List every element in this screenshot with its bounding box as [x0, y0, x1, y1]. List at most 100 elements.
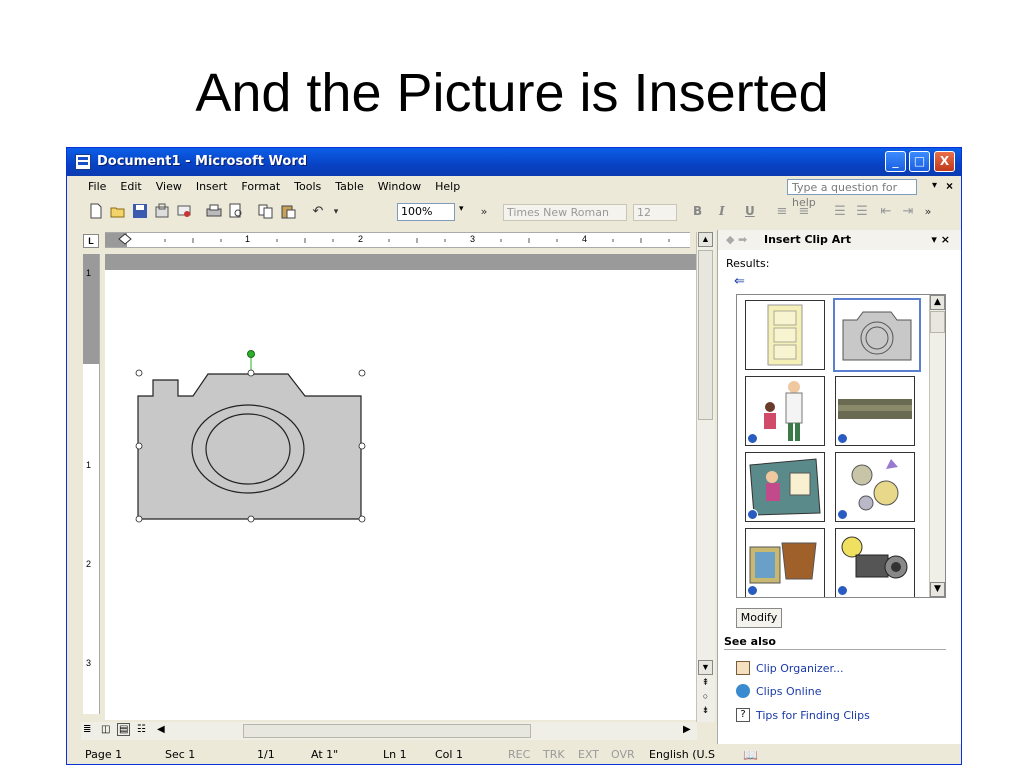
scroll-right-icon[interactable]: ▶: [683, 724, 691, 735]
undo-dropdown-icon[interactable]: ▾: [327, 203, 345, 221]
vertical-scrollbar[interactable]: ▲ ▼ ⇞ ○ ⇟: [696, 232, 715, 722]
status-trk[interactable]: TRK: [543, 748, 565, 761]
close-document-icon[interactable]: ×: [946, 179, 953, 193]
clip-camera-selected[interactable]: [833, 298, 921, 372]
clip-man-with-chart[interactable]: [745, 452, 825, 522]
status-line: Ln 1: [383, 748, 407, 761]
align-left-icon[interactable]: ≡: [773, 203, 791, 221]
status-ext[interactable]: EXT: [578, 748, 599, 761]
task-pane-header: ◆ ➡ Insert Clip Art ▾ ×: [718, 230, 961, 250]
task-pane-title: Insert Clip Art: [764, 233, 851, 246]
task-pane-back-forward-icon[interactable]: ◆ ➡: [726, 233, 747, 246]
numbering-icon[interactable]: ☰: [831, 203, 849, 221]
clip-organizer-icon[interactable]: [736, 661, 750, 675]
resize-handle: [247, 515, 255, 523]
minimize-button[interactable]: _: [885, 151, 906, 172]
menu-edit[interactable]: Edit: [113, 176, 148, 193]
decrease-indent-icon[interactable]: ⇤: [877, 203, 895, 221]
permission-icon[interactable]: [153, 203, 171, 221]
help-question-icon[interactable]: ?: [736, 708, 750, 722]
print-preview-icon[interactable]: [227, 203, 245, 221]
ruler-h-number: 4: [582, 234, 588, 244]
bold-button[interactable]: B: [693, 204, 702, 218]
status-ovr[interactable]: OVR: [611, 748, 635, 761]
font-size-select[interactable]: 12: [633, 204, 677, 221]
clip-gears-machine[interactable]: [835, 452, 915, 522]
menu-tools[interactable]: Tools: [287, 176, 328, 193]
scroll-left-icon[interactable]: ◀: [157, 724, 165, 735]
resize-handle: [358, 442, 366, 450]
clip-organizer-link[interactable]: Clip Organizer...: [756, 662, 844, 675]
menu-file[interactable]: File: [81, 176, 113, 193]
document-page[interactable]: [105, 254, 696, 720]
results-scroll-up-icon[interactable]: ▲: [930, 295, 945, 310]
horizontal-scroll-thumb[interactable]: [243, 724, 531, 738]
ruler-h-number: 2: [358, 234, 364, 244]
clip-video-camera[interactable]: [835, 528, 915, 597]
zoom-dropdown-icon[interactable]: ▾: [459, 204, 464, 214]
paste-icon[interactable]: [279, 203, 297, 221]
close-button[interactable]: X: [934, 151, 955, 172]
email-icon[interactable]: [175, 203, 193, 221]
results-scrollbar[interactable]: ▲ ▼: [929, 295, 945, 597]
menu-view[interactable]: View: [149, 176, 189, 193]
menu-insert[interactable]: Insert: [189, 176, 235, 193]
ruler-h-number: 3: [470, 234, 476, 244]
italic-button[interactable]: I: [719, 204, 725, 218]
clip-doctor-child[interactable]: [745, 376, 825, 446]
align-center-icon[interactable]: ≡: [795, 203, 813, 221]
previous-page-icon[interactable]: ⇞: [698, 676, 713, 691]
task-pane-close-icon[interactable]: ▾ ×: [931, 233, 950, 246]
maximize-button[interactable]: □: [909, 151, 930, 172]
underline-button[interactable]: U: [745, 204, 755, 218]
results-scroll-thumb[interactable]: [930, 311, 945, 333]
scroll-down-icon[interactable]: ▼: [698, 660, 713, 675]
print-icon[interactable]: [205, 203, 223, 221]
clips-online-link[interactable]: Clips Online: [756, 685, 821, 698]
clip-landscape-photo[interactable]: [835, 376, 915, 446]
horizontal-ruler: 1 2 3 4: [105, 232, 690, 248]
undo-icon[interactable]: ↶: [309, 203, 327, 221]
bullets-icon[interactable]: ☰: [853, 203, 871, 221]
status-rec[interactable]: REC: [508, 748, 530, 761]
menu-window[interactable]: Window: [371, 176, 428, 193]
menu-table[interactable]: Table: [328, 176, 370, 193]
clip-film-strip[interactable]: [745, 300, 825, 370]
increase-indent-icon[interactable]: ⇥: [899, 203, 917, 221]
normal-view-icon[interactable]: ≣: [83, 724, 91, 735]
help-dropdown-icon[interactable]: ▾: [932, 180, 937, 191]
web-layout-view-icon[interactable]: ◫: [101, 724, 110, 735]
print-layout-view-icon[interactable]: ▤: [117, 723, 131, 736]
clip-vase-frame[interactable]: [745, 528, 825, 597]
select-browse-object-icon[interactable]: ○: [698, 690, 713, 705]
resize-handle: [358, 515, 366, 523]
help-question-input[interactable]: Type a question for help: [787, 179, 917, 209]
vertical-scroll-thumb[interactable]: [698, 250, 713, 420]
results-back-icon[interactable]: ⇐: [734, 274, 745, 289]
word-app-icon[interactable]: [75, 154, 91, 170]
save-icon[interactable]: [131, 203, 149, 221]
toolbar-options-2-icon[interactable]: »: [919, 203, 937, 221]
menu-help[interactable]: Help: [428, 176, 467, 193]
new-document-icon[interactable]: [87, 203, 105, 221]
status-language[interactable]: English (U.S: [649, 748, 715, 761]
outline-view-icon[interactable]: ☷: [137, 724, 146, 735]
menu-format[interactable]: Format: [234, 176, 287, 193]
modify-button[interactable]: Modify: [736, 608, 782, 628]
open-folder-icon[interactable]: [109, 203, 127, 221]
copy-icon[interactable]: [257, 203, 275, 221]
clip-results-list[interactable]: ▲ ▼: [736, 294, 946, 598]
spelling-status-icon[interactable]: 📖: [743, 748, 758, 762]
tab-selector[interactable]: L: [83, 234, 99, 248]
inserted-camera-picture[interactable]: [105, 254, 696, 720]
horizontal-scrollbar[interactable]: ≣ ◫ ▤ ☷ ◀ ▶: [81, 722, 697, 740]
clips-online-icon[interactable]: [736, 684, 750, 698]
next-page-icon[interactable]: ⇟: [698, 704, 713, 719]
tips-finding-clips-link[interactable]: Tips for Finding Clips: [756, 709, 870, 722]
results-scroll-down-icon[interactable]: ▼: [930, 582, 945, 597]
scroll-up-icon[interactable]: ▲: [698, 232, 713, 247]
ruler-v-number: 1: [86, 460, 92, 470]
zoom-select[interactable]: 100%: [397, 203, 455, 221]
toolbar-options-icon[interactable]: »: [475, 203, 493, 221]
font-name-select[interactable]: Times New Roman: [503, 204, 627, 221]
